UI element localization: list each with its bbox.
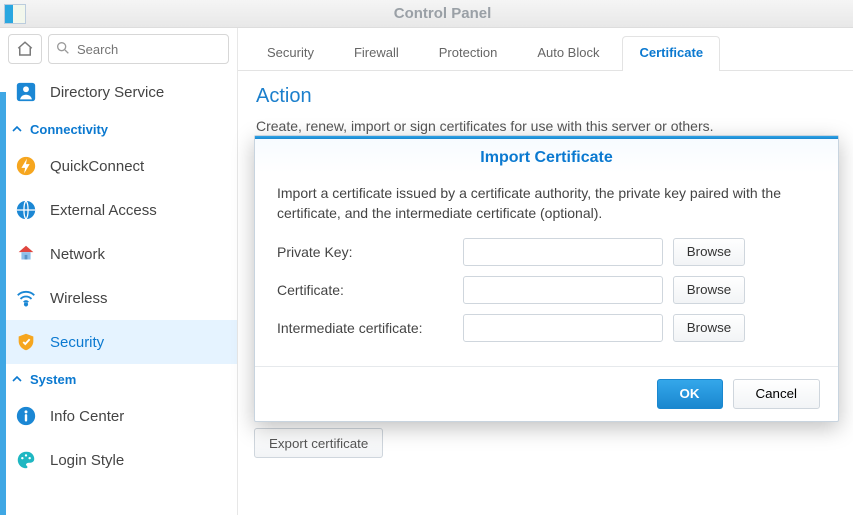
browse-intermediate-button[interactable]: Browse: [673, 314, 745, 342]
dialog-intro: Import a certificate issued by a certifi…: [277, 183, 816, 224]
tab-firewall[interactable]: Firewall: [337, 36, 416, 70]
private-key-label: Private Key:: [277, 244, 463, 260]
chevron-up-icon: [12, 374, 22, 384]
wifi-icon: [14, 286, 38, 310]
sidebar-item-label: QuickConnect: [50, 158, 144, 175]
sidebar-section-system[interactable]: System: [0, 364, 237, 394]
intermediate-label: Intermediate certificate:: [277, 320, 463, 336]
section-desc: Create, renew, import or sign certificat…: [256, 118, 835, 134]
ok-button[interactable]: OK: [657, 379, 723, 409]
section-label: System: [30, 372, 76, 387]
import-certificate-dialog: Import Certificate Import a certificate …: [254, 135, 839, 422]
tab-bar: Security Firewall Protection Auto Block …: [238, 28, 853, 71]
tab-certificate[interactable]: Certificate: [622, 36, 720, 70]
cancel-button[interactable]: Cancel: [733, 379, 821, 409]
browse-private-key-button[interactable]: Browse: [673, 238, 745, 266]
sidebar: Directory Service Connectivity QuickConn…: [0, 28, 238, 515]
private-key-field[interactable]: [463, 238, 663, 266]
sidebar-item-label: Network: [50, 246, 105, 263]
sidebar-item-label: Info Center: [50, 408, 124, 425]
globe-icon: [14, 198, 38, 222]
tab-autoblock[interactable]: Auto Block: [520, 36, 616, 70]
network-icon: [14, 242, 38, 266]
tab-security[interactable]: Security: [250, 36, 331, 70]
palette-icon: [14, 448, 38, 472]
intermediate-field[interactable]: [463, 314, 663, 342]
person-icon: [14, 80, 38, 104]
chevron-up-icon: [12, 124, 22, 134]
shield-icon: [14, 330, 38, 354]
window-title: Control Panel: [32, 5, 853, 22]
certificate-label: Certificate:: [277, 282, 463, 298]
browse-certificate-button[interactable]: Browse: [673, 276, 745, 304]
section-label: Connectivity: [30, 122, 108, 137]
sidebar-item-label: External Access: [50, 202, 157, 219]
sidebar-item-wireless[interactable]: Wireless: [0, 276, 237, 320]
sidebar-item-label: Security: [50, 334, 104, 351]
sidebar-accent: [0, 92, 6, 515]
sidebar-item-network[interactable]: Network: [0, 232, 237, 276]
titlebar: Control Panel: [0, 0, 853, 28]
sidebar-item-label: Login Style: [50, 452, 124, 469]
sidebar-item-external[interactable]: External Access: [0, 188, 237, 232]
certificate-field[interactable]: [463, 276, 663, 304]
tab-protection[interactable]: Protection: [422, 36, 515, 70]
sidebar-item-quickconnect[interactable]: QuickConnect: [0, 144, 237, 188]
info-icon: [14, 404, 38, 428]
sidebar-item-label: Wireless: [50, 290, 108, 307]
search-icon: [55, 40, 71, 56]
home-button[interactable]: [8, 34, 42, 64]
section-heading: Action: [256, 85, 835, 108]
dialog-title: Import Certificate: [265, 149, 828, 167]
sidebar-item-login[interactable]: Login Style: [0, 438, 237, 482]
sidebar-section-connectivity[interactable]: Connectivity: [0, 114, 237, 144]
export-certificate-button[interactable]: Export certificate: [254, 428, 383, 458]
search-input[interactable]: [48, 34, 229, 64]
sidebar-item-directory[interactable]: Directory Service: [0, 70, 237, 114]
home-icon: [16, 40, 34, 58]
sidebar-item-label: Directory Service: [50, 84, 164, 101]
sidebar-item-security[interactable]: Security: [0, 320, 237, 364]
app-icon: [4, 4, 26, 24]
sidebar-item-info[interactable]: Info Center: [0, 394, 237, 438]
quickconnect-icon: [14, 154, 38, 178]
